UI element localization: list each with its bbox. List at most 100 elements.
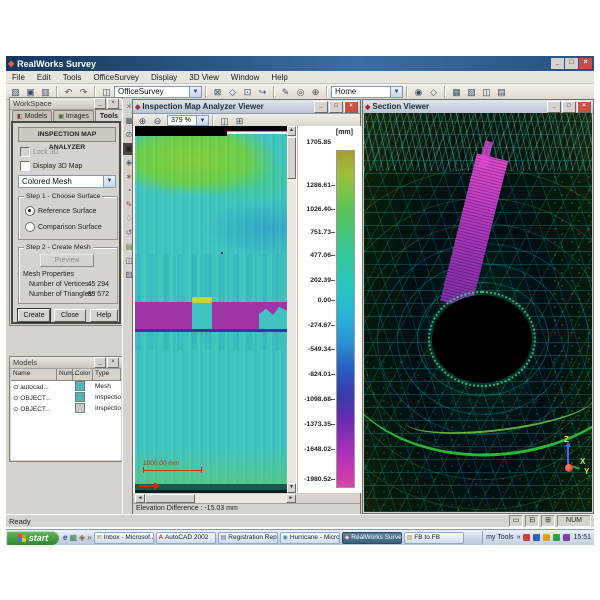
print-icon[interactable]: ▥ <box>39 86 52 98</box>
maximize-icon[interactable]: □ <box>562 101 576 113</box>
scroll-right-icon[interactable]: ► <box>286 494 296 503</box>
inspection-map-canvas[interactable]: 1000.00 mm <box>135 126 287 493</box>
scroll-left-icon[interactable]: ◄ <box>135 494 145 503</box>
layout-split-icon[interactable]: ⊟ <box>525 515 539 527</box>
tray-chevron-icon[interactable]: » <box>517 534 521 541</box>
chevron-down-icon[interactable]: ▼ <box>189 87 201 97</box>
create-button[interactable]: Create <box>18 309 50 322</box>
zoom-level-combo[interactable]: 379 % ▼ <box>167 115 209 126</box>
zoom-in-icon[interactable]: ⊕ <box>136 115 149 127</box>
measure-icon[interactable]: ◎ <box>294 86 307 98</box>
chevron-down-icon[interactable]: ▼ <box>390 87 402 97</box>
taskbar-item-realworks[interactable]: ◆RealWorks Survey <box>342 532 402 544</box>
mesh-type-combo[interactable]: Colored Mesh ▼ <box>18 175 116 188</box>
eye-icon[interactable]: ⊙ <box>13 384 18 391</box>
models-panel-titlebar[interactable]: Models _ × <box>10 357 122 369</box>
taskbar-item-fbtofb[interactable]: ▨FB to FB <box>404 532 464 544</box>
app-titlebar[interactable]: ◆ RealWorks Survey _ □ × <box>6 56 594 71</box>
taskbar-item-hurricane[interactable]: ◉Hurricane - Micro... <box>280 532 340 544</box>
maximize-icon[interactable]: □ <box>565 58 578 69</box>
layout-single-icon[interactable]: ▭ <box>509 515 524 527</box>
minimize-icon[interactable]: _ <box>94 357 106 368</box>
quicklaunch-chevron-icon[interactable]: » <box>87 533 91 542</box>
taskbar-item-inbox[interactable]: ✉Inbox - Microsof... <box>94 532 154 544</box>
models-table-header[interactable]: Name Num... Color Type <box>11 369 121 381</box>
help-button[interactable]: Help <box>90 309 118 322</box>
minimize-icon[interactable]: _ <box>94 98 106 109</box>
menu-edit[interactable]: Edit <box>31 73 57 82</box>
quicklaunch-ie-icon[interactable]: e <box>63 533 67 542</box>
close-button[interactable]: Close <box>54 309 86 322</box>
save-icon[interactable]: ▣ <box>24 86 37 98</box>
sample-icon[interactable]: ⊡ <box>241 86 254 98</box>
preview-button[interactable]: Preview <box>40 254 94 267</box>
chevron-down-icon[interactable]: ▼ <box>103 176 115 187</box>
menu-file[interactable]: File <box>6 73 31 82</box>
display-3d-map-checkbox[interactable] <box>20 161 30 171</box>
eye-icon[interactable]: ⊙ <box>13 406 18 413</box>
comparison-surface-radio[interactable] <box>25 222 35 232</box>
view-station-icon[interactable]: ◉ <box>412 86 425 98</box>
tray-icon-1[interactable] <box>523 534 530 541</box>
render-hatch-icon[interactable]: ▧ <box>465 86 478 98</box>
fit-view-icon[interactable]: ◫ <box>218 115 231 127</box>
redo-icon[interactable]: ↷ <box>77 86 90 98</box>
taskbar-item-autocad[interactable]: AAutoCAD 2002 <box>156 532 216 544</box>
map-viewer-titlebar[interactable]: ◆ Inspection Map Analyzer Viewer _ □ × <box>133 100 360 114</box>
tray-icon-4[interactable] <box>553 534 560 541</box>
view-mode-icon[interactable]: ◇ <box>427 86 440 98</box>
menu-help[interactable]: Help <box>265 73 293 82</box>
table-row[interactable]: ⊙ OBJECT... Inspectio... <box>11 403 121 414</box>
open-icon[interactable]: ▨ <box>9 86 22 98</box>
render-solid-icon[interactable]: ◫ <box>480 86 493 98</box>
zoom-out-icon[interactable]: ⊖ <box>151 115 164 127</box>
layout-grid-icon[interactable]: ⊞ <box>541 515 555 527</box>
menu-display[interactable]: Display <box>145 73 183 82</box>
tray-icon-2[interactable] <box>533 534 540 541</box>
minimize-icon[interactable]: _ <box>314 101 328 113</box>
close-icon[interactable]: × <box>107 98 119 109</box>
section-viewer-titlebar[interactable]: ◆ Section Viewer _ □ × <box>363 100 593 114</box>
select-icon[interactable]: ⊠ <box>211 86 224 98</box>
quicklaunch-desktop-icon[interactable]: ▦ <box>69 533 77 542</box>
segment-icon[interactable]: ◇ <box>226 86 239 98</box>
render-grid-icon[interactable]: ▦ <box>450 86 463 98</box>
scroll-up-icon[interactable]: ▲ <box>287 126 296 136</box>
close-icon[interactable]: × <box>579 58 592 69</box>
chevron-down-icon[interactable]: ▼ <box>196 116 208 125</box>
tray-icon-3[interactable] <box>543 534 550 541</box>
close-icon[interactable]: × <box>344 101 358 113</box>
taskbar-item-registration[interactable]: ▤Registration Rep... <box>218 532 278 544</box>
maximize-icon[interactable]: □ <box>329 101 343 113</box>
table-row[interactable]: ⊙ autocad... Mesh <box>11 381 121 392</box>
project-mode-combo[interactable]: OfficeSurvey ▼ <box>114 86 202 98</box>
map-vertical-scrollbar[interactable]: ▲ ▼ <box>287 126 296 493</box>
menu-3dview[interactable]: 3D View <box>183 73 225 82</box>
minimize-icon[interactable]: _ <box>551 58 564 69</box>
georef-icon[interactable]: ⊕ <box>309 86 322 98</box>
minimize-icon[interactable]: _ <box>547 101 561 113</box>
annotate-icon[interactable]: ✎ <box>279 86 292 98</box>
module-icon[interactable]: ◫ <box>100 86 113 98</box>
menu-window[interactable]: Window <box>225 73 265 82</box>
lock-3d-checkbox[interactable] <box>20 147 30 157</box>
home-view-combo[interactable]: Home ▼ <box>331 86 403 98</box>
table-row[interactable]: ⊙ OBJECT... Inspectio... <box>11 392 121 403</box>
grid-view-icon[interactable]: ⊞ <box>233 115 246 127</box>
eye-icon[interactable]: ⊙ <box>13 395 18 402</box>
tray-icon-5[interactable] <box>563 534 570 541</box>
menu-officesurvey[interactable]: OfficeSurvey <box>87 73 145 82</box>
close-icon[interactable]: × <box>577 101 591 113</box>
undo-icon[interactable]: ↶ <box>62 86 75 98</box>
section-3d-view[interactable]: Z X Y <box>364 113 592 512</box>
reference-surface-radio[interactable] <box>25 206 35 216</box>
quicklaunch-app-icon[interactable]: ◈ <box>79 533 85 542</box>
map-horizontal-scrollbar[interactable]: ◄ ► <box>135 494 296 503</box>
start-button[interactable]: start <box>7 531 59 545</box>
mytools-toolbar[interactable]: my Tools <box>486 534 514 541</box>
menu-tools[interactable]: Tools <box>57 73 88 82</box>
render-lines-icon[interactable]: ▤ <box>495 86 508 98</box>
close-icon[interactable]: × <box>107 357 119 368</box>
scroll-down-icon[interactable]: ▼ <box>287 483 296 493</box>
target-icon[interactable]: ↪ <box>256 86 269 98</box>
